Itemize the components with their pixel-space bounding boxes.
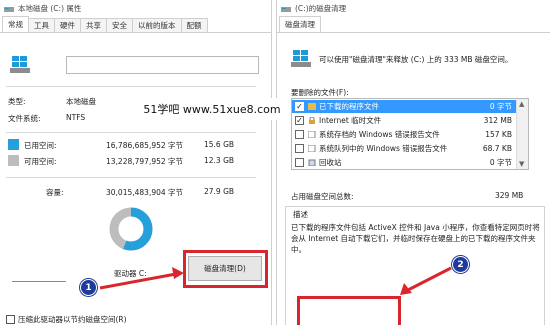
filesystem-label: 文件系统: (8, 114, 41, 123)
checkbox[interactable] (295, 158, 304, 167)
recycle-bin-icon (308, 159, 316, 166)
description-text: 已下载的程序文件包括 ActiveX 控件和 Java 小程序，你查看特定网页时… (291, 223, 540, 254)
free-space-swatch (8, 155, 19, 166)
list-item-size: 0 字节 (489, 158, 512, 167)
capacity-bytes: 30,015,483,904 字节 (106, 188, 184, 197)
drive-large-icon (291, 50, 311, 67)
list-item-label: 系统存档的 Windows 错误报告文件 (319, 130, 440, 139)
checkbox[interactable] (295, 130, 304, 139)
file-icon (308, 131, 316, 138)
list-item-label: 回收站 (319, 158, 342, 167)
description-title: 描述 (291, 209, 310, 220)
tab-previous-versions[interactable]: 以前的版本 (132, 18, 182, 32)
used-space-bytes: 16,786,685,952 字节 (106, 141, 184, 150)
type-value: 本地磁盘 (66, 97, 96, 106)
list-item[interactable]: ✓ Internet 临时文件 312 MB (292, 114, 516, 127)
step-badge-2: 2 (452, 256, 469, 273)
checkbox[interactable]: ✓ (295, 102, 304, 111)
files-list[interactable]: ✓ 已下载的程序文件 0 字节 ✓ Internet 临时文件 312 MB 系… (291, 98, 529, 170)
properties-window: 本地磁盘 (C:) 属性 常规 工具 硬件 共享 安全 以前的版本 配额 类型:… (0, 0, 272, 325)
drive-icon (4, 6, 14, 12)
properties-titlebar: 本地磁盘 (C:) 属性 (0, 0, 271, 17)
scroll-down-icon[interactable]: ▼ (519, 160, 524, 168)
file-icon (308, 145, 316, 152)
divider (6, 177, 256, 178)
watermark: 51学吧 www.51xue8.com (136, 98, 288, 120)
disk-cleanup-window: (C:)的磁盘清理 磁盘清理 可以使用"磁盘清理"来释放 (C:) 上的 333… (276, 0, 550, 325)
list-item-size: 0 字节 (489, 102, 512, 111)
scroll-up-icon[interactable]: ▲ (519, 100, 524, 108)
list-item[interactable]: 系统队列中的 Windows 错误报告文件 68.7 KB (292, 142, 516, 155)
total-space-label: 占用磁盘空间总数: (291, 192, 354, 201)
filesystem-value: NTFS (66, 113, 86, 122)
list-item-size: 312 MB (483, 116, 512, 125)
lock-icon (309, 117, 315, 124)
drive-name-input[interactable] (66, 56, 259, 74)
folder-icon (308, 103, 316, 110)
divider (6, 86, 256, 87)
type-label: 类型: (8, 97, 26, 106)
list-item[interactable]: 系统存档的 Windows 错误报告文件 157 KB (292, 128, 516, 141)
step-badge-1: 1 (80, 279, 97, 296)
cleanup-title: (C:)的磁盘清理 (295, 4, 347, 13)
drive-large-icon (10, 56, 30, 73)
used-space-swatch (8, 139, 19, 150)
capacity-gb: 27.9 GB (204, 187, 235, 196)
tab-general[interactable]: 常规 (2, 16, 29, 32)
cleanup-tabs: 磁盘清理 (277, 16, 550, 33)
cleanup-intro: 可以使用"磁盘清理"来释放 (C:) 上的 333 MB 磁盘空间。 (319, 55, 513, 64)
tab-disk-cleanup[interactable]: 磁盘清理 (279, 16, 321, 32)
drive-label: 驱动器 C: (114, 269, 147, 278)
tab-quota[interactable]: 配额 (180, 18, 208, 32)
cleanup-titlebar: (C:)的磁盘清理 (277, 0, 550, 17)
list-item[interactable]: ✓ 已下载的程序文件 0 字节 (292, 100, 516, 113)
compress-label: 压缩此驱动器以节约磁盘空间(R) (18, 315, 127, 324)
properties-title: 本地磁盘 (C:) 属性 (18, 4, 82, 13)
list-item-label: 已下载的程序文件 (319, 102, 379, 111)
list-item-size: 157 KB (485, 130, 512, 139)
used-space-label: 已用空间: (24, 141, 57, 150)
divider (6, 132, 256, 133)
cleanup-icon (281, 6, 291, 12)
checkbox[interactable]: ✓ (295, 116, 304, 125)
list-item-size: 68.7 KB (482, 144, 512, 153)
tab-hardware[interactable]: 硬件 (54, 18, 81, 32)
list-item[interactable]: 回收站 0 字节 (292, 156, 516, 169)
free-space-bytes: 13,228,797,952 字节 (106, 157, 184, 166)
used-space-gb: 15.6 GB (204, 140, 235, 149)
disk-usage-donut (109, 207, 153, 251)
properties-tabs: 常规 工具 硬件 共享 安全 以前的版本 配额 (0, 16, 271, 33)
free-space-label: 可用空间: (24, 157, 57, 166)
highlight-box (183, 250, 268, 288)
highlight-box (297, 296, 401, 325)
list-scrollbar[interactable]: ▲ ▼ (516, 99, 528, 169)
files-to-delete-label: 要删除的文件(F): (291, 88, 349, 97)
list-item-label: Internet 临时文件 (319, 116, 382, 125)
compress-checkbox[interactable] (6, 315, 15, 324)
tab-tools[interactable]: 工具 (28, 18, 55, 32)
capacity-label: 容量: (46, 188, 64, 197)
tab-security[interactable]: 安全 (106, 18, 133, 32)
free-space-gb: 12.3 GB (204, 156, 235, 165)
total-space-value: 329 MB (495, 191, 524, 200)
divider (12, 281, 66, 282)
checkbox[interactable] (295, 144, 304, 153)
tab-sharing[interactable]: 共享 (80, 18, 107, 32)
list-item-label: 系统队列中的 Windows 错误报告文件 (319, 144, 448, 153)
